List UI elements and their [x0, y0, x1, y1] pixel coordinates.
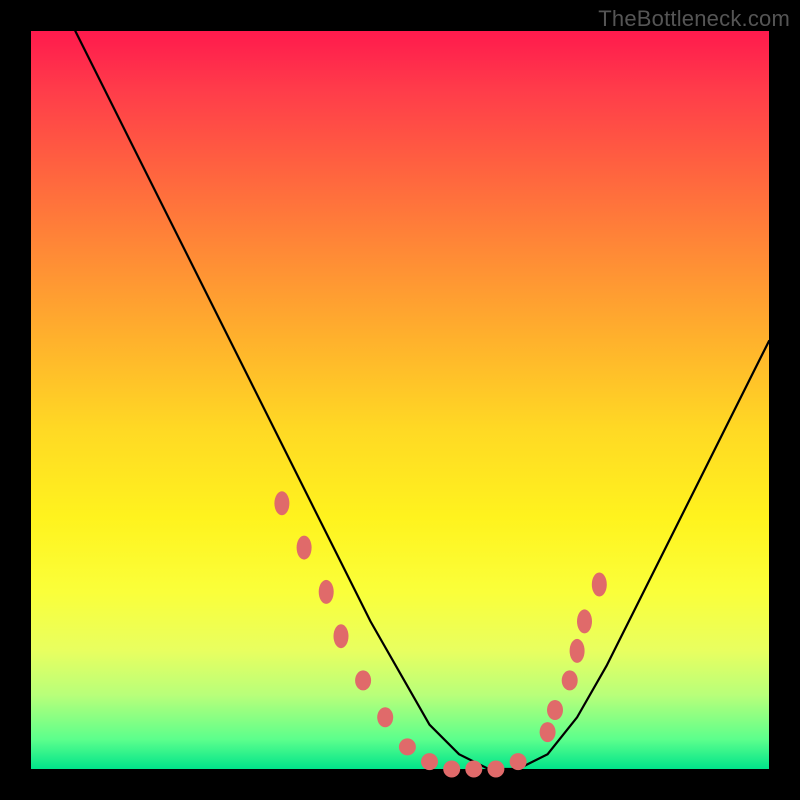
- data-marker: [562, 670, 578, 690]
- chart-frame: TheBottleneck.com: [0, 0, 800, 800]
- bottleneck-curve: [75, 31, 769, 769]
- data-marker: [334, 624, 349, 648]
- data-marker: [274, 491, 289, 515]
- data-marker: [510, 753, 527, 770]
- data-marker: [297, 536, 312, 560]
- data-marker: [443, 761, 460, 778]
- data-marker: [592, 573, 607, 597]
- data-marker: [547, 700, 563, 720]
- data-marker: [399, 738, 416, 755]
- data-marker: [421, 753, 438, 770]
- data-marker: [319, 580, 334, 604]
- data-marker: [465, 761, 482, 778]
- data-marker: [355, 670, 371, 690]
- watermark-text: TheBottleneck.com: [598, 6, 790, 32]
- data-marker: [540, 722, 556, 742]
- data-marker: [570, 639, 585, 663]
- data-marker: [377, 707, 393, 727]
- data-marker: [577, 609, 592, 633]
- data-marker: [487, 761, 504, 778]
- chart-overlay: [31, 31, 769, 769]
